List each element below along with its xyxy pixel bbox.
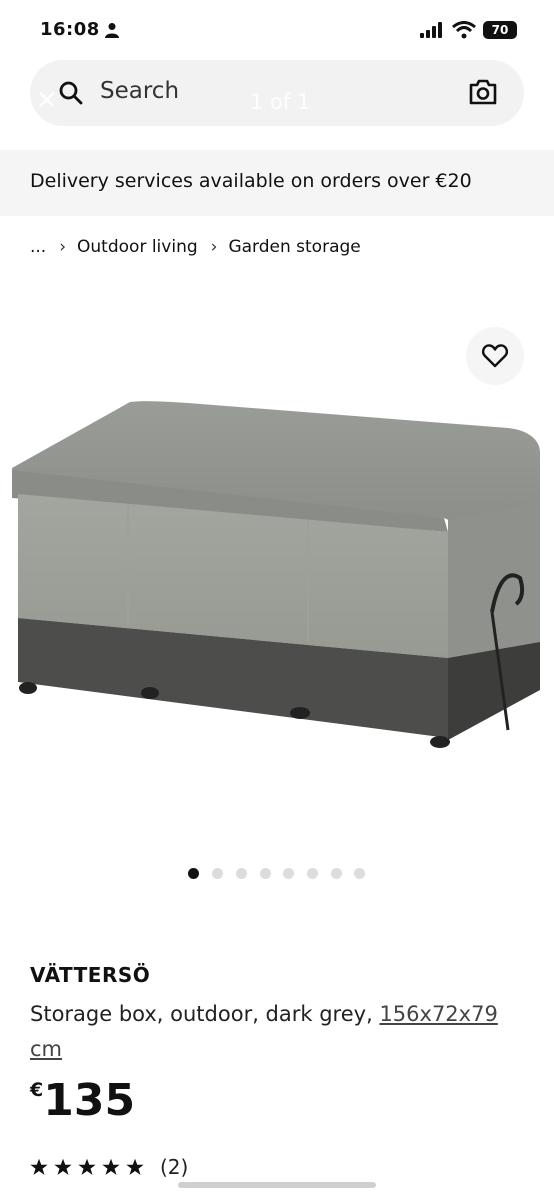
star-icon bbox=[54, 1158, 72, 1175]
person-icon bbox=[105, 23, 119, 38]
product-gallery[interactable] bbox=[0, 270, 554, 870]
breadcrumb-ellipsis[interactable]: ... bbox=[30, 237, 46, 257]
star-icon bbox=[102, 1158, 120, 1175]
heart-icon bbox=[482, 344, 508, 368]
camera-icon[interactable] bbox=[468, 78, 498, 106]
product-image bbox=[12, 401, 540, 748]
product-price: € 135 bbox=[30, 1075, 135, 1127]
star-icon bbox=[126, 1158, 144, 1175]
product-description: Storage box, outdoor, dark grey, 156x72x… bbox=[30, 997, 530, 1067]
search-input[interactable]: Search bbox=[100, 78, 179, 104]
battery-indicator: 70 bbox=[483, 21, 517, 39]
chevron-right-icon: › bbox=[59, 237, 67, 257]
carousel-dot[interactable] bbox=[307, 868, 318, 879]
favourite-button[interactable] bbox=[466, 327, 524, 385]
price-currency: € bbox=[30, 1079, 44, 1101]
carousel-dot[interactable] bbox=[212, 868, 223, 879]
price-amount: 135 bbox=[43, 1075, 136, 1126]
chevron-right-icon: › bbox=[210, 237, 218, 257]
product-rating[interactable]: (2) bbox=[30, 1155, 188, 1179]
status-bar: 16:08 70 bbox=[0, 0, 554, 60]
carousel-dot[interactable] bbox=[331, 868, 342, 879]
search-icon bbox=[59, 81, 83, 105]
carousel-dot[interactable] bbox=[236, 868, 247, 879]
carousel-dot[interactable] bbox=[260, 868, 271, 879]
carousel-dot[interactable] bbox=[283, 868, 294, 879]
cellular-signal-icon bbox=[420, 22, 442, 38]
carousel-dot[interactable] bbox=[354, 868, 365, 879]
delivery-text: Delivery services available on orders ov… bbox=[30, 170, 472, 192]
image-count-overlay: 1 of 1 bbox=[250, 90, 311, 114]
close-overlay-text: ✕ bbox=[36, 86, 58, 116]
breadcrumb-outdoor-living[interactable]: Outdoor living bbox=[77, 237, 198, 257]
wifi-icon bbox=[452, 21, 476, 39]
delivery-banner: Delivery services available on orders ov… bbox=[0, 150, 554, 216]
product-name: VÄTTERSÖ bbox=[30, 963, 151, 987]
search-bar[interactable]: ✕ Search 1 of 1 bbox=[30, 60, 524, 126]
rating-stars bbox=[30, 1158, 144, 1176]
home-indicator bbox=[178, 1182, 376, 1188]
carousel-dot-active[interactable] bbox=[188, 868, 199, 879]
carousel-indicator[interactable] bbox=[0, 868, 554, 882]
star-icon bbox=[30, 1158, 48, 1175]
breadcrumb-garden-storage[interactable]: Garden storage bbox=[228, 237, 360, 257]
product-description-text: Storage box, outdoor, dark grey, bbox=[30, 1002, 380, 1026]
status-time: 16:08 bbox=[40, 19, 100, 40]
review-count[interactable]: (2) bbox=[160, 1155, 188, 1179]
star-icon bbox=[78, 1158, 96, 1175]
breadcrumb: ... › Outdoor living › Garden storage bbox=[30, 237, 361, 257]
